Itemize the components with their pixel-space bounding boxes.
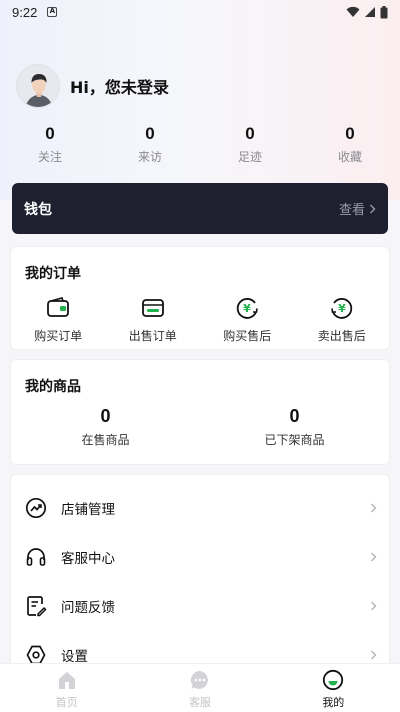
goods-on-sale[interactable]: 0 在售商品 xyxy=(11,406,200,448)
stat-value: 0 xyxy=(45,124,55,143)
order-sale[interactable]: 出售订单 xyxy=(106,295,201,344)
battery-icon xyxy=(380,5,388,18)
tab-label: 首页 xyxy=(55,696,78,709)
wallet-icon xyxy=(47,297,70,317)
order-label: 购买订单 xyxy=(34,329,83,343)
menu-label: 问题反馈 xyxy=(61,599,115,616)
goods-delisted[interactable]: 0 已下架商品 xyxy=(200,406,389,448)
menu-item-customer-service[interactable]: 客服中心 xyxy=(11,532,391,581)
chat-icon xyxy=(190,671,208,689)
menu-item-feedback[interactable]: 问题反馈 xyxy=(11,581,391,630)
tab-home[interactable]: 首页 xyxy=(0,664,133,712)
orders-title: 我的订单 xyxy=(25,266,81,282)
orders-card: 我的订单 购买订单 出售订单 ¥ 购买售后 ¥ 卖出售后 xyxy=(10,246,390,350)
status-time: 9:22 xyxy=(12,4,38,20)
goods-row: 0 在售商品 0 已下架商品 xyxy=(11,406,389,448)
menu-label: 设置 xyxy=(61,648,88,665)
order-sale-aftersale[interactable]: ¥ 卖出售后 xyxy=(295,295,390,344)
feedback-icon xyxy=(27,595,47,616)
avatar-icon xyxy=(17,65,59,107)
stat-value: 0 xyxy=(245,124,255,143)
menu-card: 店铺管理 客服中心 问题反馈 设置 xyxy=(10,474,390,674)
tab-label: 我的 xyxy=(322,696,345,709)
wallet-title: 钱包 xyxy=(24,201,52,218)
signal-icon xyxy=(365,7,375,17)
stat-label: 收藏 xyxy=(337,150,362,164)
stat-value: 0 xyxy=(345,124,355,143)
card-icon xyxy=(141,299,164,317)
yen-return-icon: ¥ xyxy=(330,298,352,319)
chevron-right-icon xyxy=(371,552,377,561)
tab-label: 客服 xyxy=(188,696,211,709)
tab-profile[interactable]: 我的 xyxy=(267,664,400,712)
stat-value: 0 xyxy=(145,124,155,143)
order-purchase-aftersale[interactable]: ¥ 购买售后 xyxy=(200,295,295,344)
svg-text:¥: ¥ xyxy=(338,302,346,315)
stat-label: 足迹 xyxy=(237,150,262,164)
stat-label: 关注 xyxy=(37,150,62,164)
wallet-view-link[interactable]: 查看 xyxy=(339,199,376,218)
menu-item-store-management[interactable]: 店铺管理 xyxy=(11,483,391,532)
stats-row: 0 关注 0 来访 0 足迹 0 收藏 xyxy=(0,124,400,165)
stat-footprints[interactable]: 0 足迹 xyxy=(200,124,300,165)
order-label: 购买售后 xyxy=(223,329,272,343)
stat-visitors[interactable]: 0 来访 xyxy=(100,124,200,165)
bottom-tab-bar: 首页 客服 我的 xyxy=(0,663,400,712)
profile-header[interactable]: Hi，您未登录 xyxy=(16,64,169,108)
wifi-icon xyxy=(346,6,360,17)
profile-icon xyxy=(323,669,344,691)
orders-row: 购买订单 出售订单 ¥ 购买售后 ¥ 卖出售后 xyxy=(11,295,389,344)
trend-icon xyxy=(25,497,47,518)
goods-title: 我的商品 xyxy=(25,379,81,395)
login-greeting[interactable]: Hi，您未登录 xyxy=(70,74,169,98)
headset-icon xyxy=(26,547,46,566)
stat-following[interactable]: 0 关注 xyxy=(0,124,100,165)
goods-value: 0 xyxy=(100,406,111,426)
yen-refund-icon: ¥ xyxy=(237,298,259,319)
goods-label: 已下架商品 xyxy=(264,433,325,447)
tab-customer-service[interactable]: 客服 xyxy=(133,664,266,712)
chevron-right-icon xyxy=(371,503,377,512)
chevron-right-icon xyxy=(371,650,377,659)
goods-card: 我的商品 0 在售商品 0 已下架商品 xyxy=(10,359,390,465)
wallet-view-label: 查看 xyxy=(338,203,365,218)
svg-text:¥: ¥ xyxy=(243,302,251,315)
order-label: 出售订单 xyxy=(128,329,177,343)
avatar[interactable] xyxy=(16,64,60,108)
stat-favorites[interactable]: 0 收藏 xyxy=(300,124,400,165)
chevron-right-icon xyxy=(370,204,376,213)
wallet-banner[interactable]: 钱包 查看 xyxy=(12,183,388,234)
status-bar: 9:22 A xyxy=(0,0,400,24)
order-label: 卖出售后 xyxy=(317,329,366,343)
menu-label: 店铺管理 xyxy=(61,501,115,518)
notification-icon: A xyxy=(47,7,58,17)
goods-value: 0 xyxy=(289,406,300,426)
menu-label: 客服中心 xyxy=(61,550,115,567)
order-purchase[interactable]: 购买订单 xyxy=(11,295,106,344)
home-icon xyxy=(58,672,75,689)
goods-label: 在售商品 xyxy=(81,433,130,447)
stat-label: 来访 xyxy=(137,150,162,164)
chevron-right-icon xyxy=(371,601,377,610)
